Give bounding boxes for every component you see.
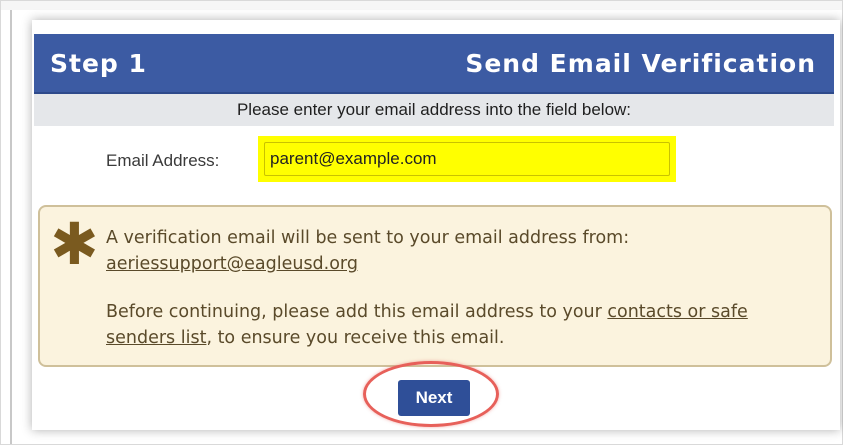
notice-line-1: A verification email will be sent to you… [106,228,630,248]
verification-notice: ✱ A verification email will be sent to y… [38,205,832,367]
contacts-link-part-1[interactable]: contacts or safe [607,302,747,322]
instruction-text: Please enter your email address into the… [236,100,632,119]
notice-line-2: Before continuing, please add this email… [106,299,821,351]
panel-header: Step 1 Send Email Verification [34,34,834,94]
panel-title: Send Email Verification [465,48,816,78]
instruction-bar: Please enter your email address into the… [34,94,834,126]
notice-text: A verification email will be sent to you… [106,225,821,351]
email-field-value: parent@example.com [270,149,437,168]
contacts-link-part-2[interactable]: senders list [106,328,206,348]
notice-line-2-end: , to ensure you receive this email. [206,328,505,348]
email-field[interactable]: parent@example.com [258,136,676,182]
sender-email-link[interactable]: aeriessupport@eagleusd.org [106,254,358,274]
email-row: Email Address: parent@example.com [34,136,834,186]
notice-line-2-text: Before continuing, please add this email… [106,302,608,322]
step-label: Step 1 [50,48,147,78]
next-button[interactable]: Next [398,380,470,416]
asterisk-icon: ✱ [50,210,99,278]
email-label: Email Address: [106,151,220,170]
next-button-area: Next [363,361,503,431]
